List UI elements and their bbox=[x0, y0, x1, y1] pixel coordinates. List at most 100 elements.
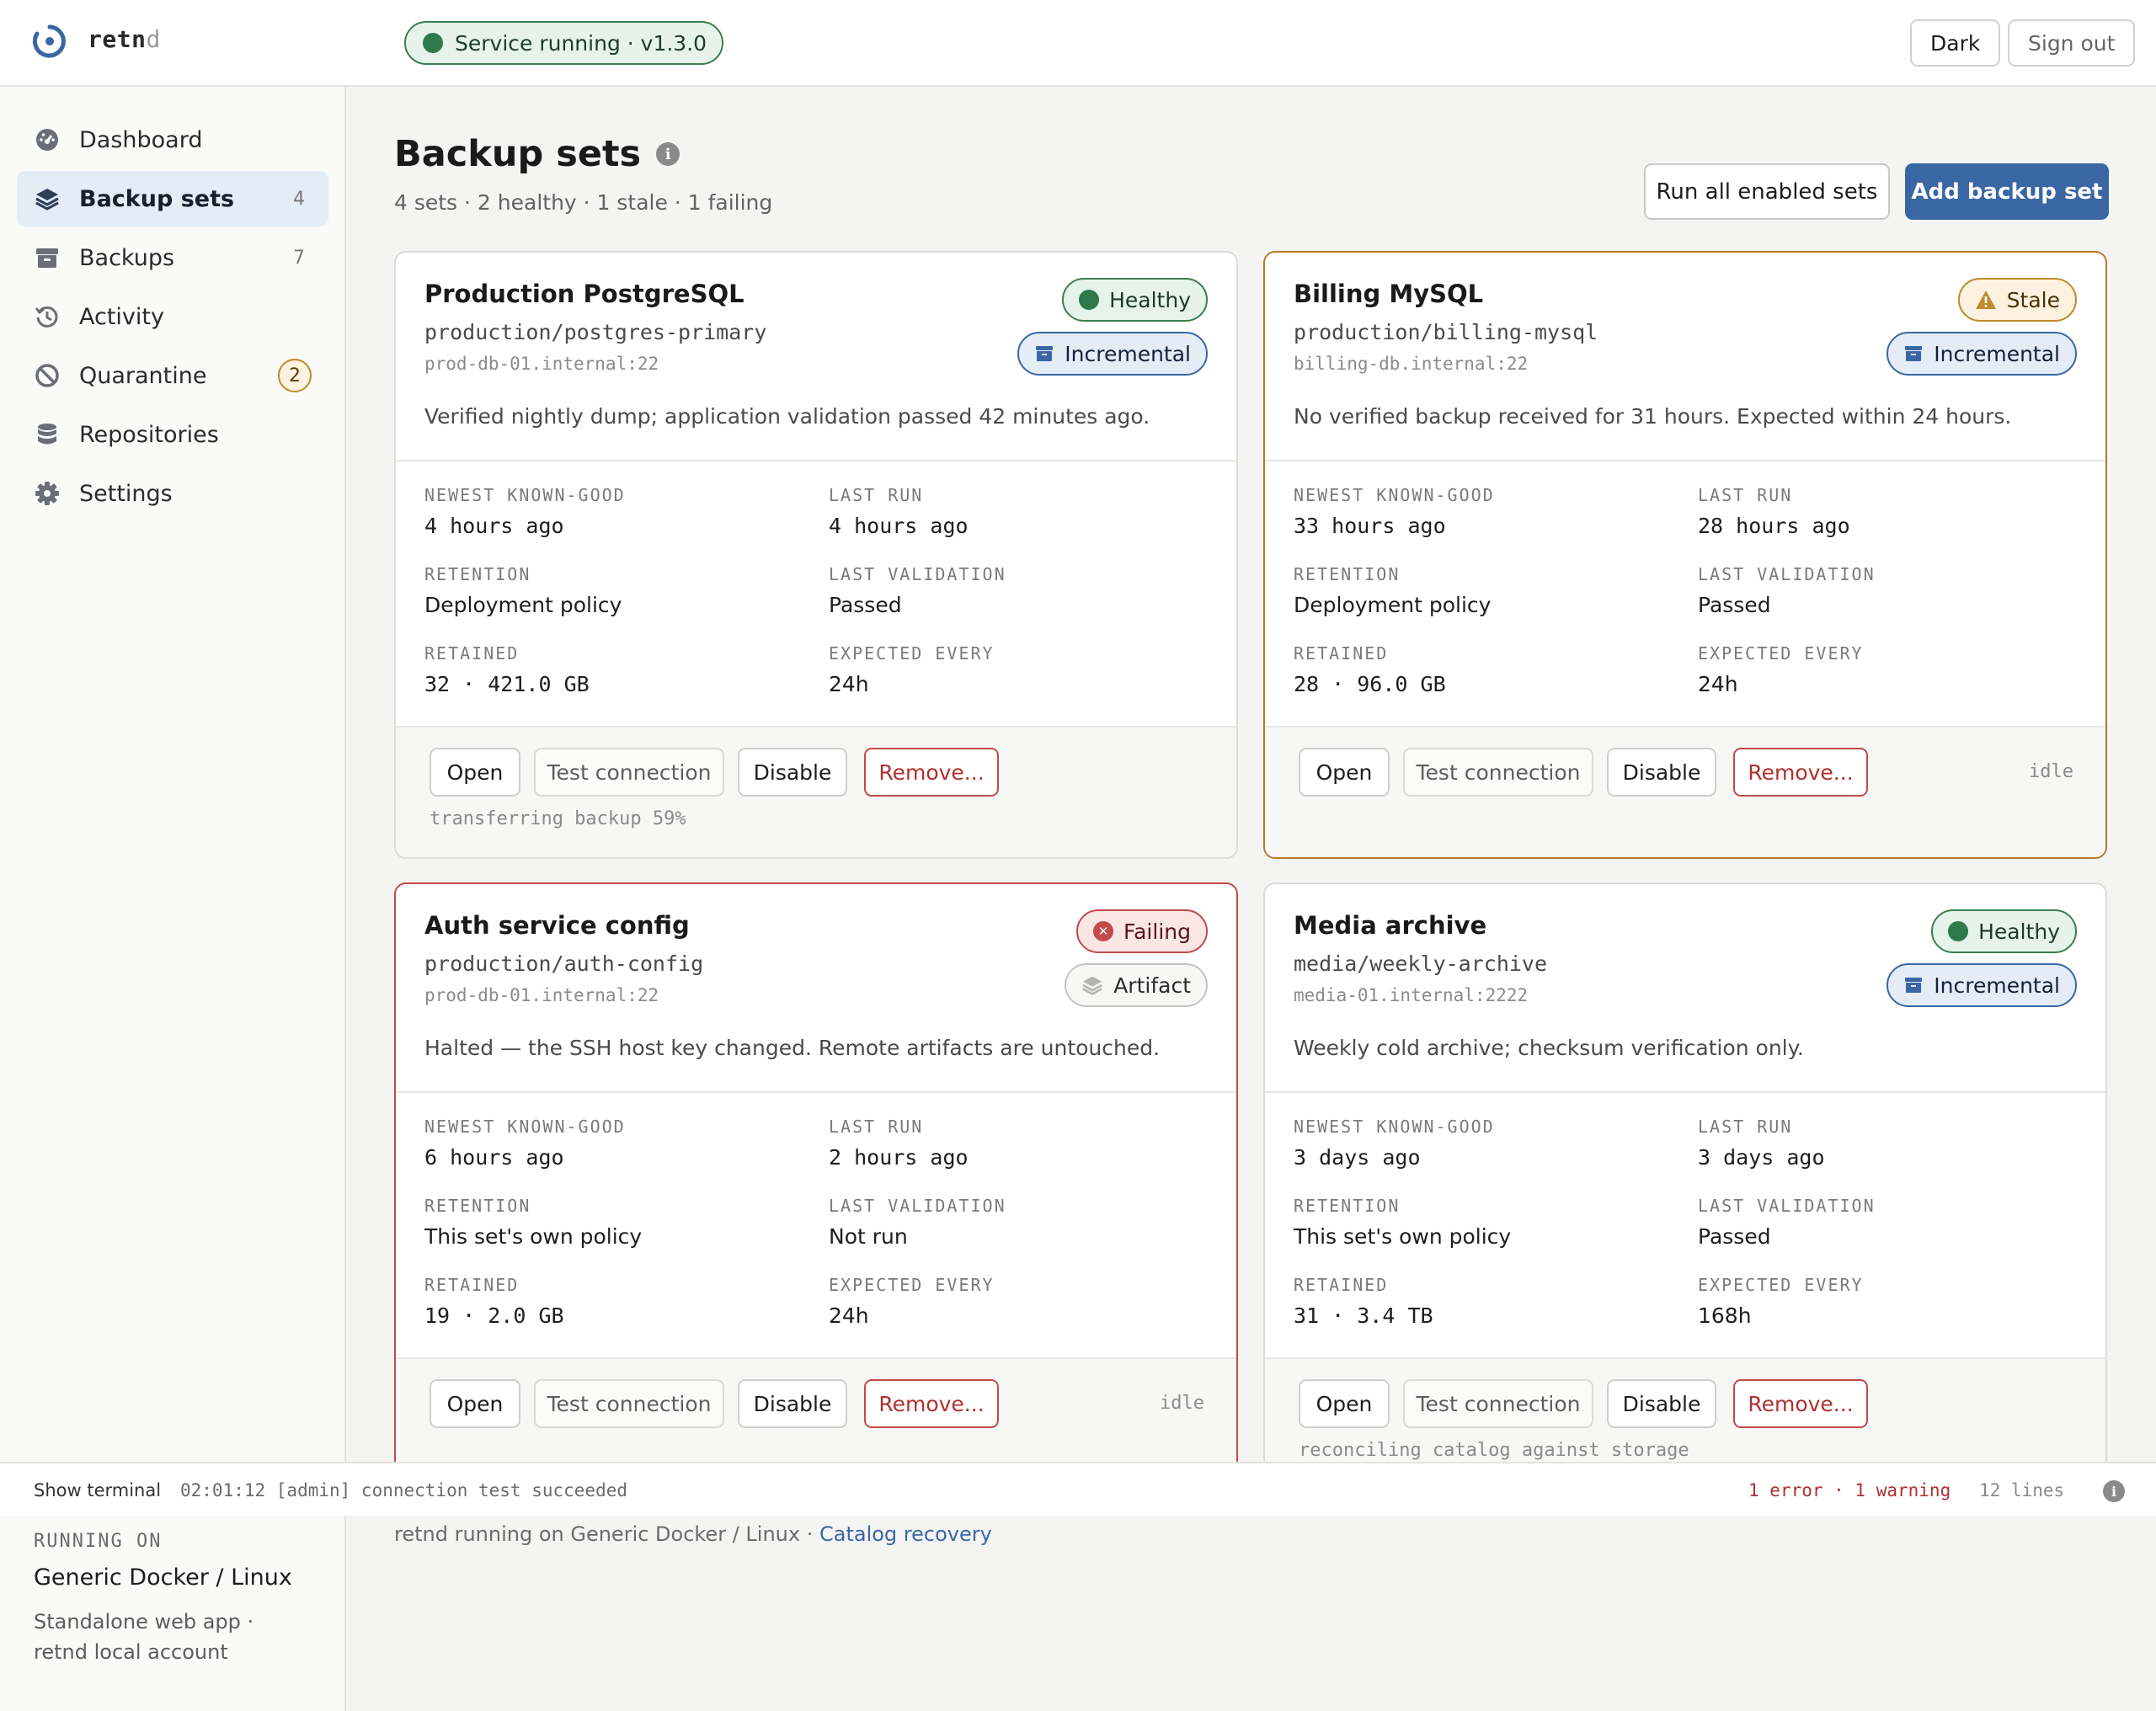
sidebar-item-label: Settings bbox=[79, 480, 173, 507]
card-title[interactable]: Auth service config bbox=[424, 911, 690, 940]
stat-label: RETENTION bbox=[1294, 1196, 1401, 1216]
sidebar-item-activity[interactable]: Activity bbox=[17, 289, 328, 344]
sidebar-item-dashboard[interactable]: Dashboard bbox=[17, 112, 328, 168]
sidebar-item-label: Quarantine bbox=[79, 362, 207, 389]
disable-button[interactable]: Disable bbox=[738, 748, 847, 797]
disable-button[interactable]: Disable bbox=[738, 1379, 847, 1428]
last-run-value: 4 hours ago bbox=[829, 514, 969, 538]
service-status-text: Service running · v1.3.0 bbox=[455, 30, 707, 56]
test-connection-button[interactable]: Test connection bbox=[534, 1379, 724, 1428]
retained-value: 32 · 421.0 GB bbox=[424, 672, 590, 696]
open-button[interactable]: Open bbox=[430, 748, 520, 797]
card-path: production/billing-mysql bbox=[1294, 320, 1598, 344]
add-backup-set-button[interactable]: Add backup set bbox=[1905, 163, 2109, 220]
retention-value: Deployment policy bbox=[1294, 593, 1492, 617]
retention-value: This set's own policy bbox=[424, 1224, 643, 1249]
stat-label: RETAINED bbox=[424, 643, 520, 664]
sidebar-item-label: Backup sets bbox=[79, 185, 235, 212]
stat-label: NEWEST KNOWN-GOOD bbox=[424, 1117, 626, 1137]
run-all-sets-button[interactable]: Run all enabled sets bbox=[1644, 163, 1890, 220]
stat-label: EXPECTED EVERY bbox=[829, 643, 995, 664]
status-badge: Healthy bbox=[1931, 909, 2077, 953]
sidebar-item-label: Repositories bbox=[79, 421, 219, 448]
stat-label: EXPECTED EVERY bbox=[829, 1275, 995, 1295]
info-icon[interactable]: i bbox=[2103, 1480, 2125, 1502]
open-button[interactable]: Open bbox=[430, 1379, 520, 1428]
card-description: Weekly cold archive; checksum verificati… bbox=[1294, 1036, 1804, 1060]
card-title[interactable]: Production PostgreSQL bbox=[424, 280, 744, 308]
stat-label: LAST VALIDATION bbox=[1698, 564, 1876, 584]
newest-known-good-value: 4 hours ago bbox=[424, 514, 564, 538]
sign-out-button[interactable]: Sign out bbox=[2008, 19, 2136, 67]
sidebar-item-repositories[interactable]: Repositories bbox=[17, 407, 328, 462]
last-run-value: 3 days ago bbox=[1698, 1145, 1825, 1170]
remove-button[interactable]: Remove... bbox=[864, 1379, 999, 1428]
terminal-line-count: 12 lines bbox=[1979, 1480, 2065, 1500]
page-title: Backup sets i bbox=[394, 133, 680, 175]
sidebar-item-backup-sets[interactable]: Backup sets 4 bbox=[17, 171, 328, 227]
catalog-recovery-link[interactable]: Catalog recovery bbox=[819, 1522, 992, 1546]
theme-toggle-button[interactable]: Dark bbox=[1910, 19, 2001, 67]
backup-set-card: Billing MySQL production/billing-mysql b… bbox=[1263, 251, 2107, 859]
footer-note: retnd running on Generic Docker / Linux … bbox=[394, 1522, 992, 1546]
activity-status: reconciling catalog against storage bbox=[1299, 1440, 1689, 1461]
activity-status: idle bbox=[2029, 761, 2073, 782]
sidebar-item-label: Dashboard bbox=[79, 126, 203, 153]
status-dot-icon bbox=[423, 33, 443, 53]
sidebar-item-settings[interactable]: Settings bbox=[17, 466, 328, 521]
show-terminal-button[interactable]: Show terminal bbox=[34, 1480, 161, 1500]
sidebar-item-backups[interactable]: Backups 7 bbox=[17, 230, 328, 285]
newest-known-good-value: 33 hours ago bbox=[1294, 514, 1446, 538]
test-connection-button[interactable]: Test connection bbox=[1403, 748, 1593, 797]
history-icon bbox=[34, 303, 61, 330]
stat-label: LAST RUN bbox=[829, 1117, 924, 1137]
platform-description: Standalone web app · retnd local account bbox=[34, 1610, 254, 1664]
sidebar: Dashboard Backup sets 4 Backups 7 Activi… bbox=[0, 87, 346, 1462]
remove-button[interactable]: Remove... bbox=[1733, 1379, 1868, 1428]
expected-every-value: 24h bbox=[829, 672, 869, 696]
remove-button[interactable]: Remove... bbox=[864, 748, 999, 797]
brand-name: retnd bbox=[88, 25, 161, 53]
stat-label: LAST VALIDATION bbox=[1698, 1196, 1876, 1216]
sidebar-item-count: 7 bbox=[293, 247, 305, 269]
sidebar-item-label: Activity bbox=[79, 303, 164, 330]
test-connection-button[interactable]: Test connection bbox=[1403, 1379, 1593, 1428]
status-badge: Healthy bbox=[1062, 278, 1208, 322]
sidebar-item-quarantine[interactable]: Quarantine 2 bbox=[17, 348, 328, 403]
layers-icon bbox=[1082, 976, 1103, 995]
terminal-error-counts[interactable]: 1 error · 1 warning bbox=[1748, 1480, 1951, 1500]
info-icon[interactable]: i bbox=[656, 142, 680, 166]
test-connection-button[interactable]: Test connection bbox=[534, 748, 724, 797]
stat-label: LAST VALIDATION bbox=[829, 564, 1006, 584]
running-on-label: RUNNING ON bbox=[34, 1531, 163, 1552]
expected-every-value: 24h bbox=[1698, 672, 1738, 696]
open-button[interactable]: Open bbox=[1299, 1379, 1390, 1428]
disable-button[interactable]: Disable bbox=[1607, 748, 1716, 797]
healthy-dot-icon bbox=[1948, 921, 1969, 941]
kind-badge: Artifact bbox=[1065, 963, 1208, 1007]
archive-icon bbox=[1905, 346, 1923, 361]
disable-button[interactable]: Disable bbox=[1607, 1379, 1716, 1428]
last-validation-value: Passed bbox=[829, 593, 902, 617]
last-validation-value: Not run bbox=[829, 1224, 908, 1249]
stat-label: RETENTION bbox=[424, 564, 531, 584]
error-icon: ✕ bbox=[1093, 921, 1114, 941]
retained-value: 19 · 2.0 GB bbox=[424, 1303, 564, 1328]
terminal-bar: Show terminal 02:01:12 [admin] connectio… bbox=[0, 1462, 2156, 1516]
card-title[interactable]: Billing MySQL bbox=[1294, 280, 1483, 308]
stat-label: LAST RUN bbox=[1698, 1117, 1793, 1137]
kind-badge: Incremental bbox=[1886, 332, 2077, 376]
retnd-logo-icon[interactable] bbox=[32, 24, 67, 59]
sets-summary: 4 sets · 2 healthy · 1 stale · 1 failing bbox=[394, 190, 773, 215]
remove-button[interactable]: Remove... bbox=[1733, 748, 1868, 797]
card-title[interactable]: Media archive bbox=[1294, 911, 1486, 940]
dashboard-icon bbox=[34, 126, 61, 153]
sidebar-item-label: Backups bbox=[79, 244, 175, 271]
stat-label: LAST RUN bbox=[1698, 485, 1793, 505]
last-validation-value: Passed bbox=[1698, 593, 1771, 617]
card-host: media-01.internal:2222 bbox=[1294, 985, 1529, 1005]
expected-every-value: 24h bbox=[829, 1303, 869, 1328]
backup-set-card: Production PostgreSQL production/postgre… bbox=[394, 251, 1238, 859]
open-button[interactable]: Open bbox=[1299, 748, 1390, 797]
layers-icon bbox=[34, 185, 61, 212]
